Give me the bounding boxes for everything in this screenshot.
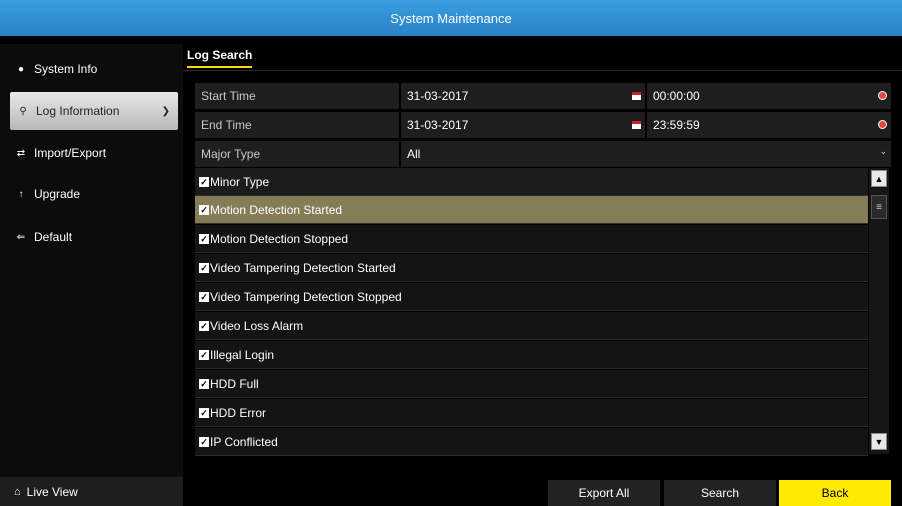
end-date-field[interactable]: 31-03-2017 <box>401 112 645 138</box>
minor-type-list: ✓ Minor Type ✓ Motion Detection Started … <box>195 168 868 456</box>
sidebar-item-label: Upgrade <box>34 187 81 201</box>
end-time-value: 23:59:59 <box>653 118 700 132</box>
checkbox-checked-icon[interactable]: ✓ <box>199 291 209 302</box>
chevron-right-icon: ❯ <box>161 105 170 117</box>
checkbox-checked-icon[interactable]: ✓ <box>199 320 209 331</box>
start-time-row: Start Time 31-03-2017 00:00:00 <box>195 83 891 109</box>
start-time-label: Start Time <box>195 83 399 109</box>
default-icon: ⇐ <box>16 231 26 243</box>
sidebar-item-label: Log Information <box>36 104 120 118</box>
info-icon: ● <box>17 63 25 75</box>
list-item[interactable]: ✓ Motion Detection Stopped <box>195 225 868 253</box>
live-view-button[interactable]: ⌂ Live View <box>0 477 183 506</box>
list-item[interactable]: ✓ IP Conflicted <box>195 428 868 456</box>
calendar-icon[interactable] <box>632 121 641 129</box>
checkbox-checked-icon[interactable]: ✓ <box>199 262 209 273</box>
list-item-label: HDD Full <box>210 376 259 391</box>
start-date-field[interactable]: 31-03-2017 <box>401 83 645 109</box>
list-item[interactable]: ✓ Video Loss Alarm <box>195 312 868 340</box>
list-item-label: Video Tampering Detection Stopped <box>210 289 402 304</box>
sidebar-item-label: Default <box>34 230 73 244</box>
minor-type-header-label: Minor Type <box>210 174 270 189</box>
export-all-button[interactable]: Export All <box>548 480 660 506</box>
search-button[interactable]: Search <box>664 480 776 506</box>
end-time-row: End Time 31-03-2017 23:59:59 <box>195 112 891 138</box>
sidebar-item-default[interactable]: ⇐ Default <box>0 218 183 256</box>
checkbox-checked-icon[interactable]: ✓ <box>199 176 209 187</box>
start-date-value: 31-03-2017 <box>407 89 469 103</box>
list-item-label: HDD Error <box>210 405 266 420</box>
major-type-select[interactable]: All ⌄ <box>401 141 891 167</box>
home-icon: ⌂ <box>14 485 21 498</box>
sidebar-item-upgrade[interactable]: ↑ Upgrade <box>0 175 183 213</box>
tab-divider <box>183 70 902 71</box>
start-time-value: 00:00:00 <box>653 89 700 103</box>
checkbox-checked-icon[interactable]: ✓ <box>199 349 209 360</box>
list-item[interactable]: ✓ HDD Full <box>195 370 868 398</box>
sidebar-item-label: Import/Export <box>34 146 107 160</box>
import-export-icon: ⇄ <box>16 147 26 159</box>
scroll-down-button[interactable]: ▼ <box>871 433 887 450</box>
list-item[interactable]: ✓ Motion Detection Started <box>195 196 868 224</box>
upload-arrow-icon: ↑ <box>18 188 24 200</box>
list-item[interactable]: ✓ Video Tampering Detection Started <box>195 254 868 282</box>
sidebar-item-system-info[interactable]: ● System Info <box>0 50 183 88</box>
clock-icon[interactable] <box>878 91 887 100</box>
scroll-thumb[interactable]: ≡ <box>871 195 887 219</box>
list-item-label: IP Conflicted <box>210 434 278 449</box>
checkbox-checked-icon[interactable]: ✓ <box>199 233 209 244</box>
minor-type-header[interactable]: ✓ Minor Type <box>195 168 868 196</box>
live-view-label: Live View <box>26 484 78 499</box>
list-scrollbar[interactable]: ▲ ≡ ▼ <box>869 168 889 454</box>
end-time-label: End Time <box>195 112 399 138</box>
back-button[interactable]: Back <box>779 480 891 506</box>
checkbox-checked-icon[interactable]: ✓ <box>199 204 209 215</box>
checkbox-checked-icon[interactable]: ✓ <box>199 378 209 389</box>
checkbox-checked-icon[interactable]: ✓ <box>199 407 209 418</box>
list-item[interactable]: ✓ Illegal Login <box>195 341 868 369</box>
major-type-row: Major Type All ⌄ <box>195 141 891 167</box>
search-icon: ⚲ <box>19 105 27 117</box>
sidebar: ● System Info ⚲ Log Information ❯ ⇄ Impo… <box>0 44 183 506</box>
chevron-down-icon: ⌄ <box>879 146 887 156</box>
scroll-up-button[interactable]: ▲ <box>871 170 887 187</box>
list-item-label: Illegal Login <box>210 347 275 362</box>
end-date-value: 31-03-2017 <box>407 118 469 132</box>
calendar-icon[interactable] <box>632 92 641 100</box>
sidebar-item-log-information[interactable]: ⚲ Log Information ❯ <box>10 92 178 130</box>
major-type-value: All <box>407 147 421 161</box>
list-item-label: Video Tampering Detection Started <box>210 260 396 275</box>
tab-log-search[interactable]: Log Search <box>187 48 253 68</box>
major-type-label: Major Type <box>195 141 399 167</box>
list-item-label: Motion Detection Stopped <box>210 231 349 246</box>
list-item[interactable]: ✓ HDD Error <box>195 399 868 427</box>
list-item-label: Motion Detection Started <box>210 202 343 217</box>
title-bar: System Maintenance <box>0 0 902 36</box>
clock-icon[interactable] <box>878 120 887 129</box>
sidebar-item-label: System Info <box>34 62 98 76</box>
start-time-field[interactable]: 00:00:00 <box>647 83 891 109</box>
window-title: System Maintenance <box>390 10 512 26</box>
end-time-field[interactable]: 23:59:59 <box>647 112 891 138</box>
checkbox-checked-icon[interactable]: ✓ <box>199 436 209 447</box>
sidebar-item-import-export[interactable]: ⇄ Import/Export <box>0 134 183 172</box>
list-item[interactable]: ✓ Video Tampering Detection Stopped <box>195 283 868 311</box>
list-item-label: Video Loss Alarm <box>210 318 304 333</box>
